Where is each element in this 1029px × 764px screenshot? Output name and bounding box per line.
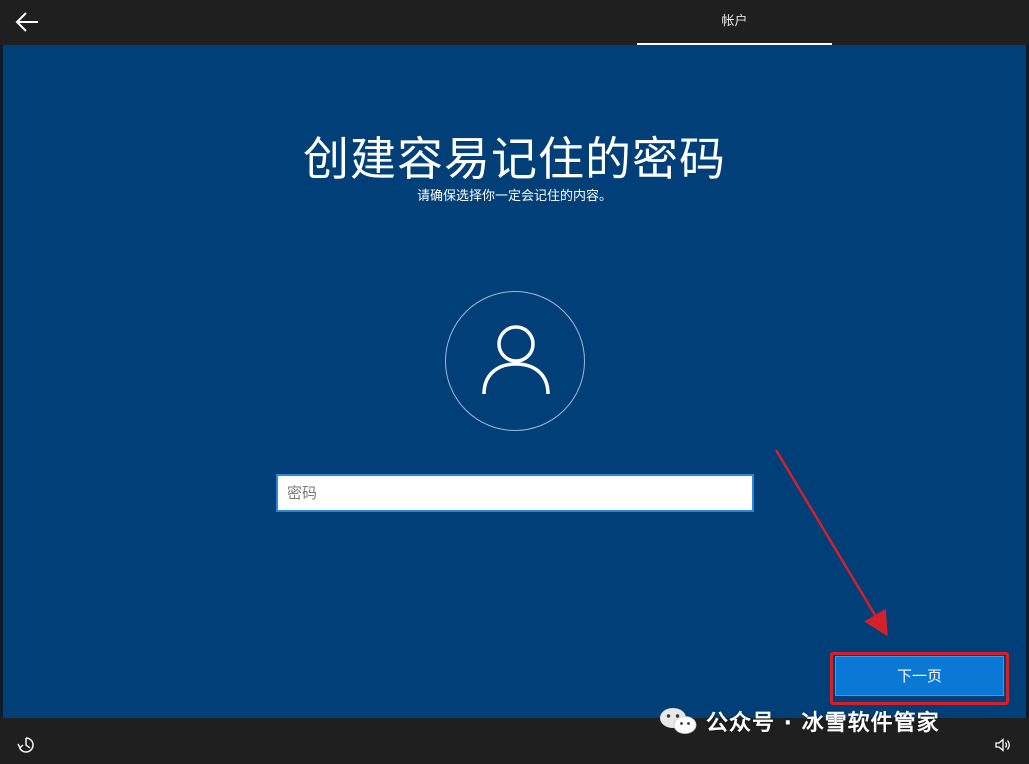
avatar — [445, 291, 585, 431]
page-subtitle: 请确保选择你一定会记住的内容。 — [416, 189, 612, 204]
next-button[interactable]: 下一页 — [835, 656, 1004, 696]
password-input[interactable] — [276, 474, 754, 512]
watermark: 公众号 · 冰雪软件管家 — [658, 704, 940, 738]
back-arrow-icon — [15, 12, 38, 32]
page-title: 创建容易记住的密码 — [303, 132, 726, 186]
top-bar: 帐户 — [0, 0, 1029, 45]
volume-button[interactable] — [994, 736, 1012, 754]
tab-account[interactable]: 帐户 — [637, 0, 832, 45]
wechat-logo — [660, 708, 697, 734]
back-button[interactable] — [14, 10, 40, 34]
ease-of-access-icon — [17, 737, 34, 753]
main-panel: 创建容易记住的密码 请确保选择你一定会记住的内容。 — [3, 45, 1026, 718]
ease-of-access-button[interactable] — [17, 736, 35, 754]
user-icon — [482, 325, 550, 395]
watermark-text: 公众号 · 冰雪软件管家 — [706, 711, 940, 736]
volume-icon — [995, 738, 1010, 752]
